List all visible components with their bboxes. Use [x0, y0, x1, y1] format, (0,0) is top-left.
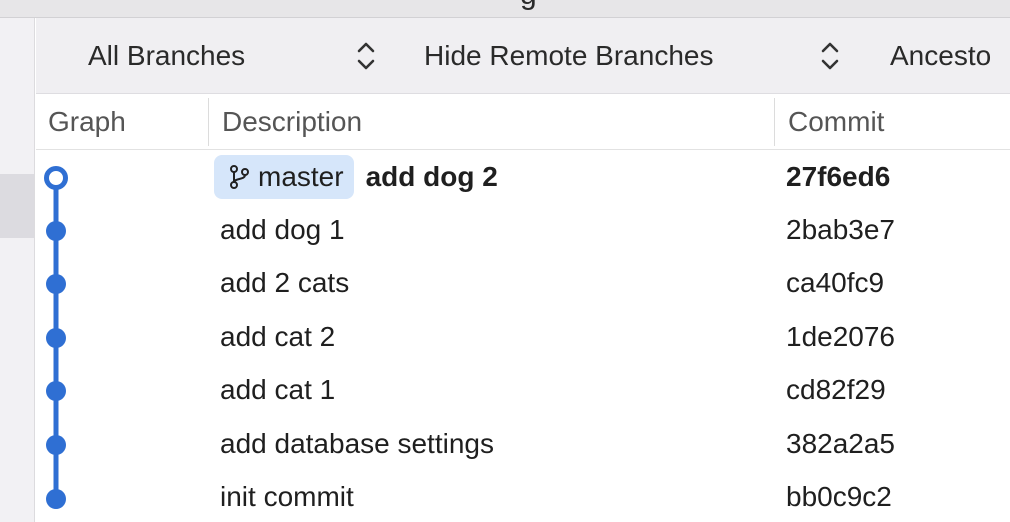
commit-row[interactable]: init commit bb0c9c2	[36, 470, 1010, 522]
commit-message: add dog 1	[220, 213, 345, 245]
toolbar: All Branches Hide Remote Branches Ancest…	[36, 18, 1010, 94]
commit-hash: ca40fc9	[786, 266, 885, 298]
commit-message: add dog 2	[365, 160, 498, 192]
git-branch-icon	[230, 164, 249, 189]
column-divider[interactable]	[774, 98, 775, 146]
branch-name: master	[258, 160, 344, 192]
chevron-up-down-icon[interactable]	[354, 36, 378, 76]
commit-hash: 2bab3e7	[786, 213, 896, 245]
order-select-label: Ancesto	[890, 40, 992, 71]
column-description-label: Description	[222, 106, 363, 137]
remote-branches-select-label: Hide Remote Branches	[424, 40, 714, 71]
commit-row[interactable]: master add dog 2 27f6ed6	[36, 150, 1010, 203]
commit-message: add cat 1	[220, 373, 336, 405]
sidebar	[0, 18, 35, 522]
commit-list: master add dog 2 27f6ed6 add dog 1 2bab3…	[36, 150, 1010, 522]
order-select[interactable]: Ancesto	[890, 18, 991, 94]
commit-message: add database settings	[220, 427, 494, 459]
commit-row[interactable]: add cat 2 1de2076	[36, 310, 1010, 363]
commit-hash: 1de2076	[786, 320, 896, 352]
column-divider[interactable]	[208, 98, 209, 146]
commit-message: add 2 cats	[220, 266, 350, 298]
branches-select[interactable]: All Branches	[88, 18, 245, 94]
branch-label-master[interactable]: master	[214, 154, 354, 199]
commit-hash: 382a2a5	[786, 427, 896, 459]
commit-row[interactable]: add database settings 382a2a5	[36, 417, 1010, 470]
commit-hash: 27f6ed6	[786, 160, 891, 192]
remote-branches-select[interactable]: Hide Remote Branches	[424, 18, 713, 94]
commit-hash: bb0c9c2	[786, 480, 892, 512]
column-graph-label: Graph	[48, 106, 126, 137]
column-description[interactable]: Description	[222, 94, 362, 150]
commit-message: init commit	[220, 480, 354, 512]
commit-hash: cd82f29	[786, 373, 886, 405]
column-graph[interactable]: Graph	[48, 94, 126, 150]
column-commit-label: Commit	[788, 106, 885, 137]
commit-message: add cat 2	[220, 320, 336, 352]
window-title: g	[520, 0, 537, 12]
column-header: Graph Description Commit	[36, 94, 1010, 150]
commit-row[interactable]: add cat 1 cd82f29	[36, 363, 1010, 416]
sidebar-selected-item[interactable]	[0, 174, 34, 238]
chevron-up-down-icon[interactable]	[818, 36, 842, 76]
column-commit[interactable]: Commit	[788, 94, 884, 150]
window-titlebar: g	[0, 0, 1010, 18]
commit-row[interactable]: add 2 cats ca40fc9	[36, 256, 1010, 309]
branches-select-label: All Branches	[88, 40, 246, 71]
commit-row[interactable]: add dog 1 2bab3e7	[36, 203, 1010, 256]
commit-description-cell: master add dog 2	[214, 150, 498, 203]
